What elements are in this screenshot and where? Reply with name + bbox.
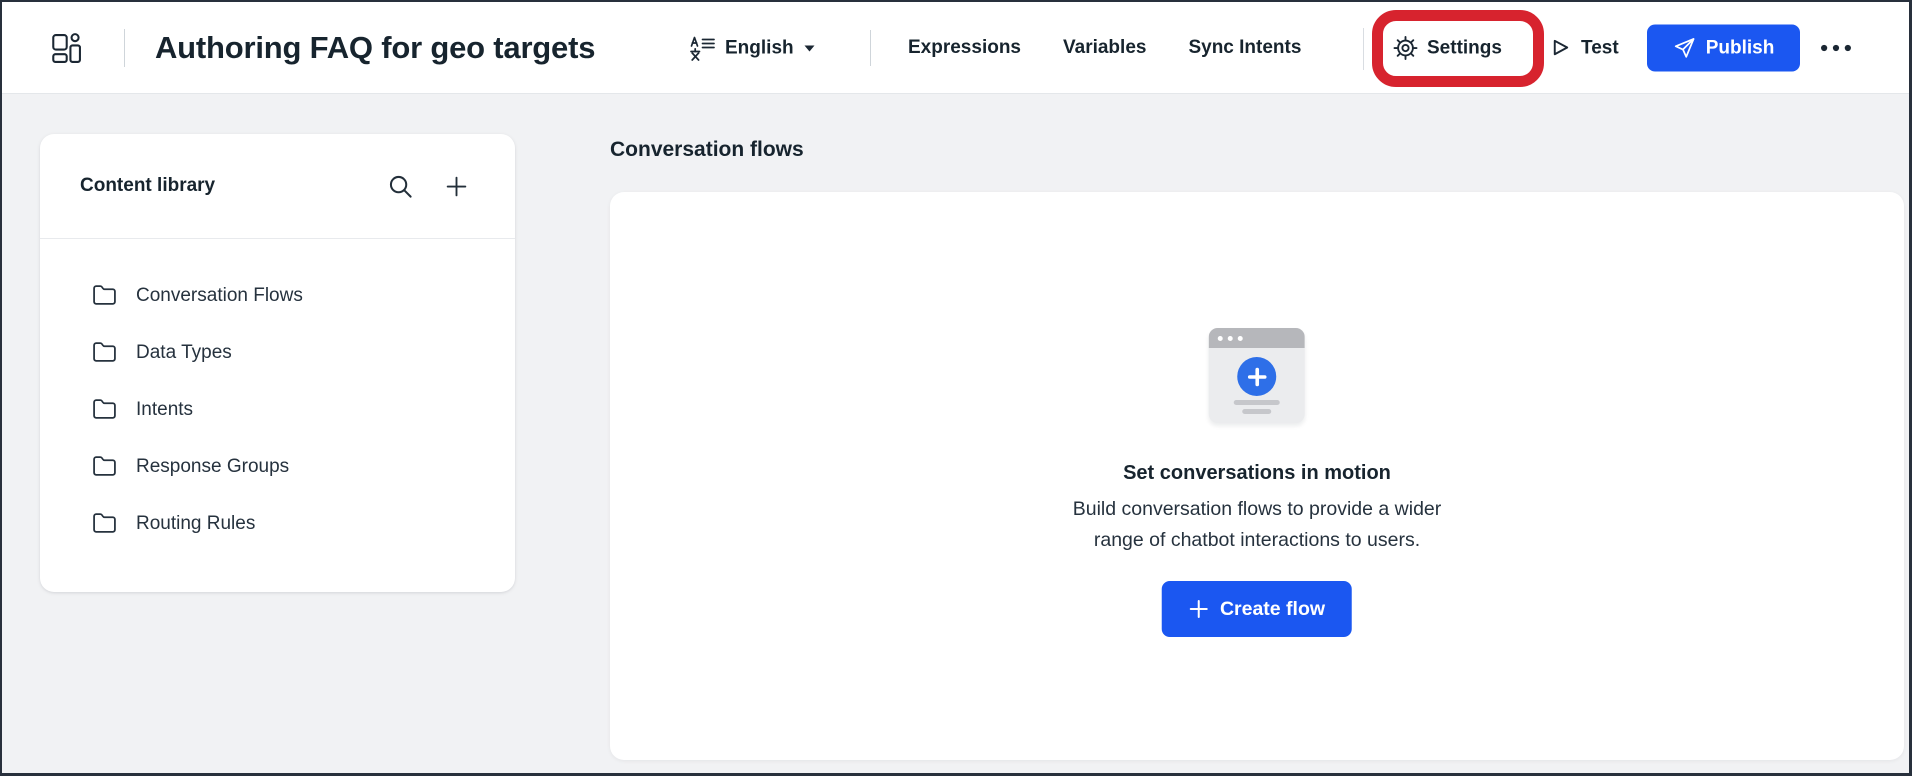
publish-label: Publish — [1706, 37, 1775, 59]
folder-icon — [92, 283, 117, 308]
plus-icon — [1189, 599, 1209, 619]
test-label: Test — [1581, 37, 1619, 59]
library-item-label: Routing Rules — [136, 513, 255, 535]
more-menu-button[interactable] — [1814, 44, 1858, 53]
library-item-data-types[interactable]: Data Types — [40, 324, 515, 381]
folder-icon — [92, 397, 117, 422]
content-library-list: Conversation Flows Data Types Intents Re… — [40, 239, 515, 552]
apps-grid-icon — [52, 33, 81, 64]
plus-circle-icon — [1238, 357, 1277, 396]
library-item-conversation-flows[interactable]: Conversation Flows — [40, 267, 515, 324]
library-item-label: Response Groups — [136, 456, 289, 478]
conversation-flows-panel: Set conversations in motion Build conver… — [610, 192, 1904, 760]
folder-icon — [92, 340, 117, 365]
plus-icon — [444, 174, 469, 199]
folder-icon — [92, 511, 117, 536]
library-item-intents[interactable]: Intents — [40, 381, 515, 438]
nav-item-sync-intents[interactable]: Sync Intents — [1188, 37, 1301, 59]
create-flow-label: Create flow — [1220, 598, 1325, 621]
nav-item-variables[interactable]: Variables — [1063, 37, 1146, 59]
titlebar-dot — [1238, 336, 1243, 341]
language-selector[interactable]: English — [690, 35, 816, 62]
search-icon — [387, 173, 414, 200]
publish-button[interactable]: Publish — [1647, 25, 1800, 72]
folder-icon — [92, 454, 117, 479]
settings-label: Settings — [1427, 37, 1502, 59]
gear-icon — [1393, 36, 1418, 61]
add-content-button[interactable] — [444, 174, 469, 199]
chevron-down-icon — [803, 44, 816, 52]
browser-window-illustration — [1209, 328, 1305, 423]
apps-menu-button[interactable] — [52, 33, 81, 64]
empty-state: Set conversations in motion Build conver… — [1073, 328, 1442, 637]
settings-button[interactable]: Settings — [1393, 36, 1502, 61]
titlebar-dot — [1228, 336, 1233, 341]
test-button[interactable]: Test — [1549, 37, 1619, 60]
page-title: Authoring FAQ for geo targets — [155, 30, 595, 66]
app-window: Authoring FAQ for geo targets English — [0, 0, 1912, 776]
library-item-routing-rules[interactable]: Routing Rules — [40, 495, 515, 552]
description-line: range of chatbot interactions to users. — [1073, 525, 1442, 556]
nav-item-expressions[interactable]: Expressions — [908, 37, 1021, 59]
topbar-nav: Expressions Variables Sync Intents — [908, 37, 1301, 59]
library-item-label: Intents — [136, 399, 193, 421]
description-line: Build conversation flows to provide a wi… — [1073, 494, 1442, 525]
library-item-label: Data Types — [136, 342, 232, 364]
content-library-panel: Content library — [40, 134, 515, 592]
translate-icon — [690, 35, 716, 62]
content-library-title: Content library — [80, 175, 387, 197]
topbar-divider — [124, 29, 125, 67]
section-heading: Conversation flows — [610, 138, 804, 162]
language-label: English — [725, 37, 794, 59]
ellipsis-icon — [1820, 44, 1853, 53]
search-button[interactable] — [387, 173, 414, 200]
topbar-divider — [870, 30, 871, 66]
play-icon — [1549, 37, 1572, 60]
topbar-divider — [1363, 28, 1364, 70]
library-item-label: Conversation Flows — [136, 285, 303, 307]
top-bar: Authoring FAQ for geo targets English — [2, 2, 1909, 94]
create-flow-button[interactable]: Create flow — [1162, 581, 1352, 637]
illustration-titlebar — [1209, 328, 1305, 348]
empty-state-description: Build conversation flows to provide a wi… — [1073, 494, 1442, 556]
library-item-response-groups[interactable]: Response Groups — [40, 438, 515, 495]
titlebar-dot — [1218, 336, 1223, 341]
content-library-header: Content library — [40, 134, 515, 239]
paper-plane-icon — [1673, 37, 1696, 60]
illustration-text-line — [1243, 409, 1272, 414]
empty-state-title: Set conversations in motion — [1123, 462, 1391, 485]
illustration-text-line — [1234, 400, 1280, 405]
